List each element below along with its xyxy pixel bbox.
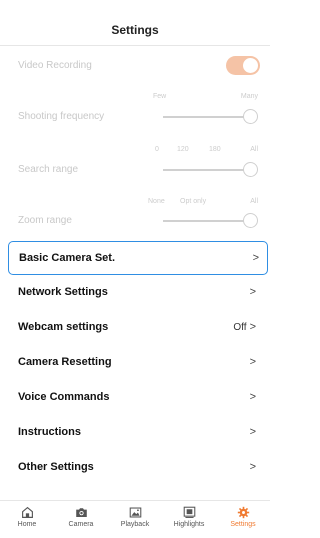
search-range-row: 0 120 180 All Search range <box>0 140 270 180</box>
tick-label: None <box>148 198 165 205</box>
tick-label: All <box>250 146 258 153</box>
search-range-label: Search range <box>18 164 79 175</box>
video-recording-toggle[interactable] <box>226 56 260 75</box>
menu-item-basic-camera-settings[interactable]: Basic Camera Set. > <box>8 241 268 275</box>
chevron-right-icon: > <box>249 321 256 333</box>
menu-item-label: Network Settings <box>18 286 108 298</box>
tab-playback[interactable]: Playback <box>108 501 162 538</box>
tab-settings[interactable]: Settings <box>216 501 270 538</box>
zoom-range-row: None Opt only All Zoom range <box>0 193 270 233</box>
gear-icon <box>237 506 249 519</box>
tick-label: All <box>250 198 258 205</box>
tab-label: Settings <box>230 521 256 528</box>
shooting-frequency-label: Shooting frequency <box>18 111 105 122</box>
menu-item-other-settings[interactable]: Other Settings > <box>0 450 270 484</box>
zoom-range-label: Zoom range <box>18 215 72 226</box>
tick-label: 180 <box>209 146 221 153</box>
menu-item-network-settings[interactable]: Network Settings > <box>0 275 270 309</box>
tick-label: Opt only <box>180 198 207 205</box>
tick-label: 0 <box>155 146 159 153</box>
menu-item-label: Other Settings <box>18 461 94 473</box>
chevron-right-icon: > <box>249 391 256 403</box>
tab-highlights[interactable]: Highlights <box>162 501 216 538</box>
slider-track <box>163 116 252 118</box>
home-icon <box>21 506 33 518</box>
zoom-range-slider[interactable] <box>163 213 258 229</box>
menu-item-label: Camera Resetting <box>18 356 112 368</box>
tab-camera[interactable]: Camera <box>54 501 108 538</box>
menu-item-label: Webcam settings <box>18 321 109 333</box>
search-range-slider[interactable] <box>163 162 258 178</box>
shooting-frequency-ticks: Few Many <box>148 93 258 103</box>
tab-label: Playback <box>120 521 150 528</box>
playback-icon <box>129 507 141 518</box>
page-title: Settings <box>111 23 159 37</box>
chevron-right-icon: > <box>249 461 256 473</box>
shooting-frequency-slider[interactable] <box>163 109 258 125</box>
tick-label: 120 <box>177 146 189 153</box>
menu-item-label: Instructions <box>18 426 81 438</box>
menu-item-label: Voice Commands <box>18 391 110 403</box>
video-recording-row: Video Recording <box>0 47 270 83</box>
header-bar: Settings <box>0 0 270 46</box>
slider-track <box>163 169 252 171</box>
slider-thumb[interactable] <box>243 162 258 177</box>
tab-home[interactable]: Home <box>0 501 54 538</box>
video-recording-label: Video Recording <box>18 60 92 71</box>
highlights-icon <box>183 506 195 518</box>
slider-track <box>163 220 252 222</box>
search-range-ticks: 0 120 180 All <box>155 146 258 156</box>
tab-label: Home <box>17 521 37 528</box>
slider-thumb[interactable] <box>243 213 258 228</box>
bottom-tab-bar: Home Camera Playback Highlights Settings <box>0 500 270 538</box>
tick-label: Many <box>240 93 258 100</box>
tick-label: Few <box>153 93 167 100</box>
camera-icon <box>75 508 87 517</box>
slider-thumb[interactable] <box>243 109 258 124</box>
chevron-right-icon: > <box>249 286 256 298</box>
webcam-status-value: Off <box>233 321 247 333</box>
tab-label: Highlights <box>173 521 205 528</box>
tab-label: Camera <box>68 521 94 528</box>
menu-item-voice-commands[interactable]: Voice Commands > <box>0 380 270 414</box>
disabled-settings-section: Video Recording Few Many Shooting freque… <box>0 47 270 234</box>
shooting-frequency-row: Few Many Shooting frequency <box>0 87 270 127</box>
chevron-right-icon: > <box>249 426 256 438</box>
toggle-knob <box>243 58 258 73</box>
menu-item-label: Basic Camera Set. <box>19 252 115 264</box>
menu-item-webcam-settings[interactable]: Webcam settings Off > <box>0 310 270 344</box>
chevron-right-icon: > <box>252 252 259 264</box>
menu-item-camera-resetting[interactable]: Camera Resetting > <box>0 345 270 379</box>
zoom-range-ticks: None Opt only All <box>148 198 258 208</box>
menu-item-instructions[interactable]: Instructions > <box>0 415 270 449</box>
chevron-right-icon: > <box>249 356 256 368</box>
